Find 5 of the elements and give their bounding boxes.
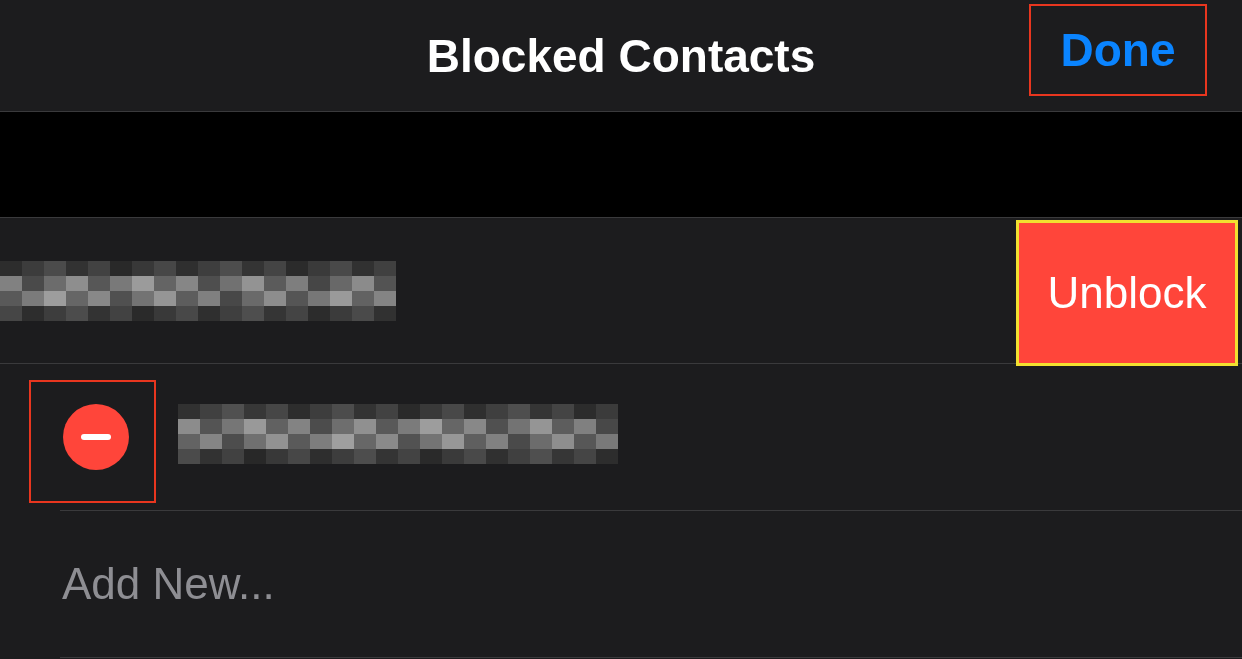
remove-icon[interactable] bbox=[62, 404, 129, 470]
add-new-link[interactable]: Add New... bbox=[62, 559, 275, 609]
unblock-button[interactable]: Unblock bbox=[1016, 220, 1238, 366]
done-button[interactable]: Done bbox=[1029, 4, 1207, 96]
screen-title: Blocked Contacts bbox=[426, 28, 816, 83]
